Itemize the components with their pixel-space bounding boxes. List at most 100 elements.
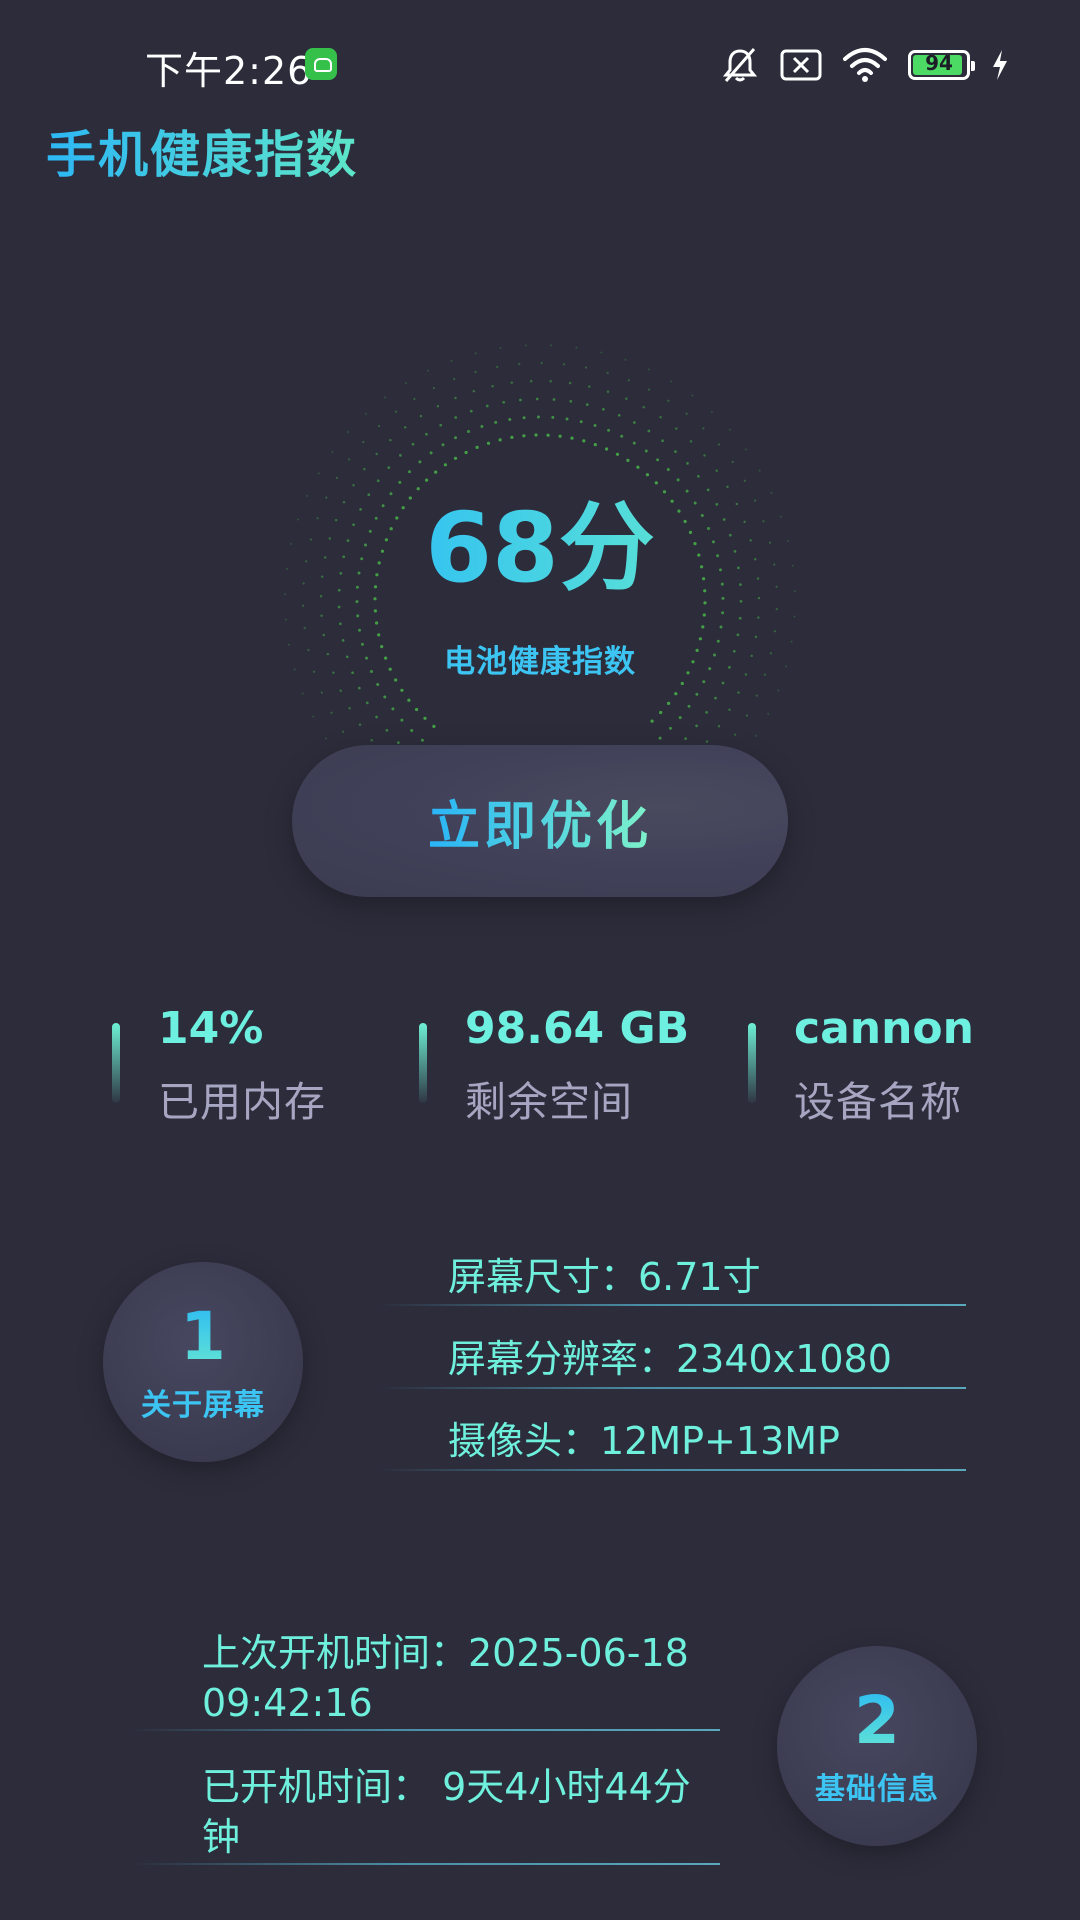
gauge-dot [606,390,610,394]
gauge-dot [728,428,731,431]
gauge-dot [647,429,651,433]
gauge-dot [439,423,443,427]
gauge-dot [674,450,677,453]
gauge-dot [695,724,698,728]
stat-indicator [748,1023,756,1103]
gauge-dot [773,630,777,633]
gauge-dot [534,433,538,437]
gauge-dot [405,382,407,384]
gauge-dot [777,689,780,692]
gauge-dot [717,724,721,728]
info-uptime-line1: 已开机时间： 9天4小时44分 [202,1765,691,1809]
gauge-dot [320,691,323,694]
gauge-dot [491,384,494,388]
info-last-boot-line1: 上次开机时间：2025-06-18 [202,1631,689,1675]
gauge-dot [575,346,578,349]
gauge-dot [670,380,673,383]
gauge-dot [502,400,506,404]
optimize-button[interactable]: 立即优化 [292,745,788,897]
gauge-dot [579,420,583,424]
gauge-dot [394,410,398,413]
gauge-dot [399,454,402,457]
divider [378,1387,966,1389]
section-badge-screen[interactable]: 1 关于屏幕 [103,1262,303,1462]
gauge-dot [737,691,740,694]
gauge-dot [496,365,499,369]
gauge-dot [407,698,411,702]
gauge-dot [585,403,589,406]
section-title: 关于屏幕 [141,1388,265,1423]
gauge-dot [341,730,345,733]
gauge-dot [472,390,476,393]
gauge-dot [370,738,373,742]
gauge-dot [358,723,362,726]
gauge-dot [391,707,395,711]
stat-label: 已用内存 [158,1078,326,1126]
gauge-dot [658,736,662,740]
gauge-dot [420,738,424,742]
gauge-dot [667,701,671,705]
battery-percent: 94 [925,51,953,75]
gauge-dot [536,415,540,419]
gauge-dot [719,625,723,629]
gauge-dot [348,458,351,461]
health-score-caption: 电池健康指数 [444,644,636,680]
gauge-dot [686,462,689,465]
stat-label: 剩余空间 [465,1078,633,1126]
gauge-dot [320,614,323,617]
stat-value: 14% [158,1003,264,1054]
gauge-dot [703,454,706,457]
gauge-dot [519,398,522,402]
battery-icon: 94 [908,50,975,80]
gauge-dot [661,439,664,443]
gauge-dot [400,688,404,692]
gauge-dot [721,681,725,685]
stat-indicator [419,1023,427,1103]
gauge-dot [767,712,770,715]
gauge-dot [415,707,419,712]
gauge-dot [745,714,749,717]
gauge-dot [647,388,651,391]
gauge-dot [568,381,572,385]
info-screen-size: 屏幕尺寸：6.71寸 [448,1255,761,1299]
gauge-dot [410,729,414,732]
gauge-dot [494,420,498,424]
gauge-dot [522,434,526,438]
battery-nub [971,61,975,71]
gauge-dot [348,706,351,710]
sim-off-icon [780,49,822,81]
gauge-dot [744,448,747,451]
screen: 下午2:26 94 手机健康指数 68分 电池健康指数 立即优化 14% 已用内… [0,0,1080,1920]
gauge-dot [728,708,731,712]
divider [130,1729,720,1731]
gauge-dot [441,443,445,447]
gauge-dot [384,396,387,399]
gauge-dot [498,438,502,442]
gauge-dot [588,385,591,388]
gauge-dot [301,692,304,695]
gauge-dot [480,425,484,428]
gauge-dot [669,726,672,730]
gauge-dot [702,427,705,430]
gauge-dot [522,416,526,420]
health-score: 68分 [270,470,810,609]
divider [130,1863,720,1865]
gauge-dot [606,371,609,375]
gauge-dot [469,409,473,413]
gauge-dot [701,625,705,629]
stat-label: 设备名称 [794,1078,962,1126]
gauge-dot [570,436,574,440]
gauge-dot [551,415,555,419]
wifi-icon [843,48,887,82]
gauge-dot [429,451,433,455]
gauge-dot [667,399,670,402]
section-badge-basic[interactable]: 2 基础信息 [777,1646,977,1846]
gauge-dot [397,741,400,744]
gauge-dot [731,460,734,464]
section-title: 基础信息 [815,1772,939,1807]
gauge-dot [757,616,760,619]
gauge-dot [376,683,380,686]
gauge-dot [358,628,361,632]
gauge-dot [540,361,543,365]
gauge-dot [632,441,636,445]
